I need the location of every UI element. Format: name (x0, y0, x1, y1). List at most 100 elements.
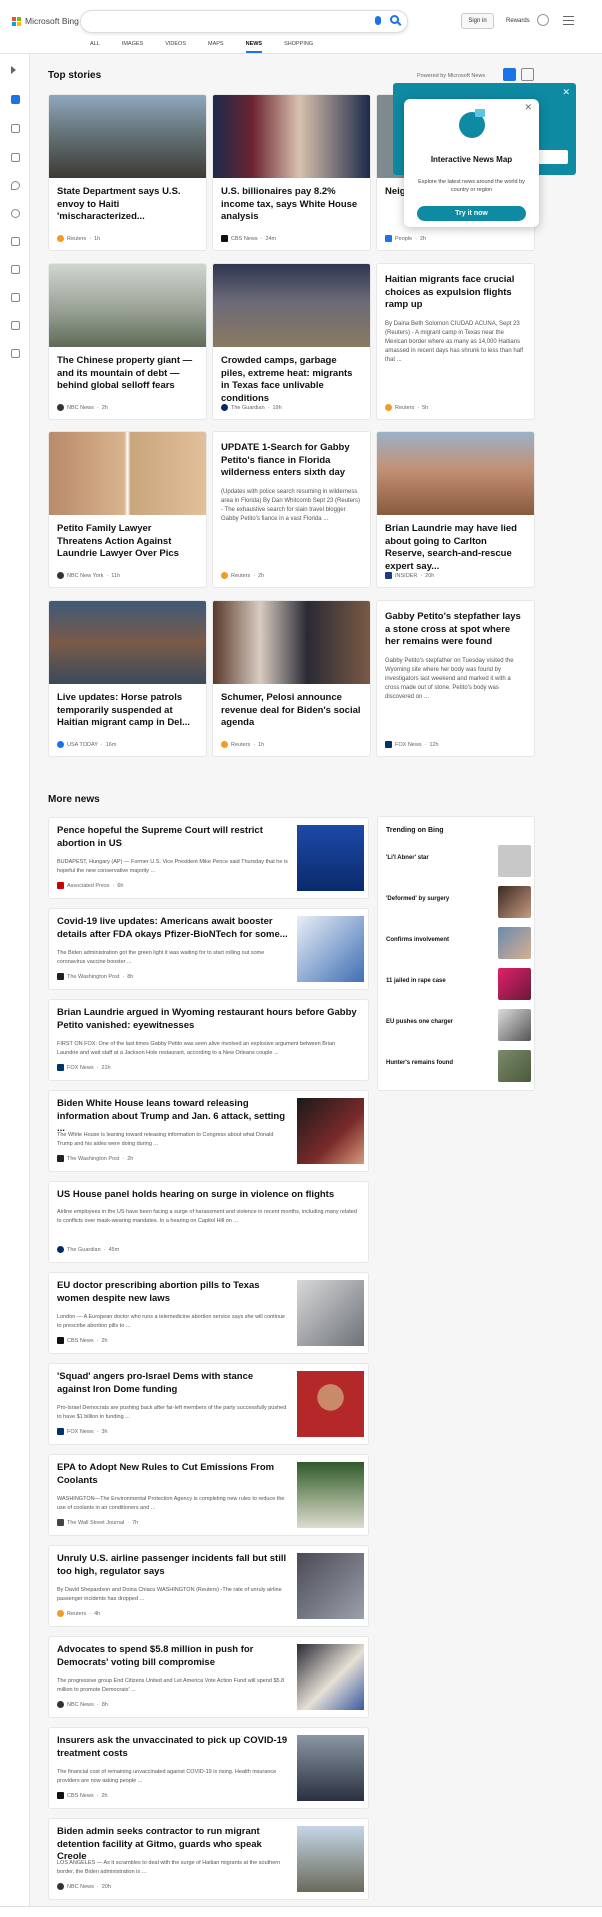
trending-item[interactable]: Confirms involvement (386, 927, 531, 959)
rewards-label[interactable]: Rewards (506, 18, 530, 24)
signin-button[interactable]: Sign in (461, 13, 494, 29)
film-icon[interactable] (11, 293, 20, 302)
news-item[interactable]: Biden admin seeks contractor to run migr… (48, 1818, 369, 1900)
story-card[interactable]: Crowded camps, garbage piles, extreme he… (212, 263, 371, 420)
story-card[interactable]: The Chinese property giant — and its mou… (48, 263, 207, 420)
hamburger-menu-icon[interactable] (563, 16, 574, 25)
news-map-popup: ✕ Interactive News Map Explore the lates… (404, 99, 539, 227)
news-snippet: Airline employees in the US have been fa… (57, 1209, 357, 1224)
news-item[interactable]: EPA to Adopt New Rules to Cut Emissions … (48, 1454, 369, 1536)
news-item[interactable]: Advocates to spend $5.8 million in push … (48, 1636, 369, 1718)
news-snippet: London — A European doctor who runs a te… (57, 1314, 286, 1329)
news-source: NBC News · 8h (57, 1701, 108, 1708)
story-card[interactable]: State Department says U.S. envoy to Hait… (48, 94, 207, 251)
news-title: EPA to Adopt New Rules to Cut Emissions … (57, 1462, 275, 1486)
news-source: Associated Press · 6h (57, 882, 123, 889)
story-image (213, 601, 370, 684)
tab-images[interactable]: IMAGES (122, 41, 143, 53)
grid-view-icon[interactable] (503, 68, 516, 81)
news-image (297, 1644, 364, 1710)
trending-label: EU pushes one charger (386, 1019, 454, 1025)
pen-icon[interactable] (11, 237, 20, 246)
bing-logo[interactable]: Microsoft Bing (12, 16, 79, 26)
news-source: The Washington Post · 2h (57, 1155, 133, 1162)
trending-label: 11 jailed in rape case (386, 978, 446, 984)
story-source: USA TODAY · 16m (57, 741, 116, 748)
rewards-icon[interactable] (537, 14, 549, 26)
news-image (297, 1826, 364, 1892)
news-item[interactable]: Biden White House leans toward releasing… (48, 1090, 369, 1172)
story-title: U.S. billionaires pay 8.2% income tax, s… (221, 186, 358, 222)
story-snippet: By Daina Beth Solomon CIUDAD ACUNA, Sept… (385, 320, 524, 363)
news-snippet: The White House is leaning toward releas… (57, 1132, 274, 1147)
tab-videos[interactable]: VIDEOS (165, 41, 186, 53)
news-source: FOX News · 3h (57, 1428, 108, 1435)
news-item[interactable]: Covid-19 live updates: Americans await b… (48, 908, 369, 990)
news-item[interactable]: Insurers ask the unvaccinated to pick up… (48, 1727, 369, 1809)
trending-item[interactable]: 11 jailed in rape case (386, 968, 531, 1000)
news-title: Biden White House leans toward releasing… (57, 1098, 286, 1134)
news-image (297, 1098, 364, 1164)
news-item[interactable]: Unruly U.S. airline passenger incidents … (48, 1545, 369, 1627)
card-icon[interactable] (11, 349, 20, 358)
search-icon[interactable] (390, 15, 399, 24)
trending-item[interactable]: EU pushes one charger (386, 1009, 531, 1041)
trending-label: 'Li'l Abner' star (386, 855, 429, 861)
tab-news[interactable]: NEWS (245, 41, 263, 53)
story-card[interactable]: Schumer, Pelosi announce revenue deal fo… (212, 600, 371, 757)
news-snippet: By David Shepardson and Doina Chiacu WAS… (57, 1587, 282, 1602)
popup-description: Explore the latest news around the world… (418, 179, 525, 193)
story-snippet: (Updates with police search resuming in … (221, 488, 361, 522)
story-card[interactable]: UPDATE 1-Search for Gabby Petito's fianc… (212, 431, 371, 588)
story-card[interactable]: Petito Family Lawyer Threatens Action Ag… (48, 431, 207, 588)
trending-label: Hunter's remains found (386, 1060, 454, 1066)
microphone-icon[interactable] (375, 16, 381, 25)
bing-news-page: Microsoft Bing Sign in Rewards ALL IMAGE… (0, 0, 602, 1917)
expand-sidebar-icon[interactable] (11, 66, 16, 74)
tab-shopping[interactable]: SHOPPING (284, 41, 313, 53)
news-map-icon (459, 109, 485, 138)
trending-thumbnail (498, 845, 531, 877)
news-item[interactable]: Pence hopeful the Supreme Court will res… (48, 817, 369, 899)
story-card[interactable]: Haitian migrants face crucial choices as… (376, 263, 535, 420)
news-item[interactable]: US House panel holds hearing on surge in… (48, 1181, 369, 1263)
globe-icon[interactable] (11, 209, 20, 218)
close-icon[interactable]: ✕ (562, 87, 570, 98)
news-source: The Washington Post · 8h (57, 973, 133, 980)
news-title: EU doctor prescribing abortion pills to … (57, 1280, 260, 1304)
story-title: State Department says U.S. envoy to Hait… (57, 186, 181, 222)
news-snippet: The progressive group End Citizens Unite… (57, 1678, 285, 1693)
news-item[interactable]: EU doctor prescribing abortion pills to … (48, 1272, 369, 1354)
tab-all[interactable]: ALL (90, 41, 100, 53)
tools-icon[interactable] (11, 124, 20, 133)
story-image (49, 95, 206, 178)
story-card[interactable]: Gabby Petito's stepfather lays a stone c… (376, 600, 535, 757)
trending-item[interactable]: Hunter's remains found (386, 1050, 531, 1082)
story-source: Reuters · 1h (221, 741, 264, 748)
story-title: Haitian migrants face crucial choices as… (385, 274, 515, 310)
story-source: Reuters · 5h (385, 404, 428, 411)
search-input[interactable] (80, 10, 408, 33)
story-image (49, 601, 206, 684)
rocket-icon[interactable] (11, 265, 20, 274)
tab-maps[interactable]: MAPS (208, 41, 224, 53)
news-item[interactable]: 'Squad' angers pro-Israel Dems with stan… (48, 1363, 369, 1445)
story-title: The Chinese property giant — and its mou… (57, 355, 193, 391)
news-item[interactable]: Brian Laundrie argued in Wyoming restaur… (48, 999, 369, 1081)
close-icon[interactable]: ✕ (524, 102, 532, 113)
story-source: INSIDER · 20h (385, 572, 434, 579)
location-icon[interactable] (11, 181, 20, 190)
bank-icon[interactable] (11, 321, 20, 330)
trending-thumbnail (498, 1009, 531, 1041)
home-icon[interactable] (11, 95, 20, 104)
trending-item[interactable]: 'Deformed' by surgery (386, 886, 531, 918)
story-card[interactable]: Brian Laundrie may have lied about going… (376, 431, 535, 588)
story-source: NBC News · 2h (57, 404, 108, 411)
map-view-icon[interactable] (521, 68, 534, 81)
story-card[interactable]: Live updates: Horse patrols temporarily … (48, 600, 207, 757)
try-it-now-button[interactable]: Try it now (417, 206, 526, 221)
news-snippet: LOS ANGELES — As it scrambles to deal wi… (57, 1860, 281, 1875)
flag-icon[interactable] (11, 153, 20, 162)
story-card[interactable]: U.S. billionaires pay 8.2% income tax, s… (212, 94, 371, 251)
trending-item[interactable]: 'Li'l Abner' star (386, 845, 531, 877)
